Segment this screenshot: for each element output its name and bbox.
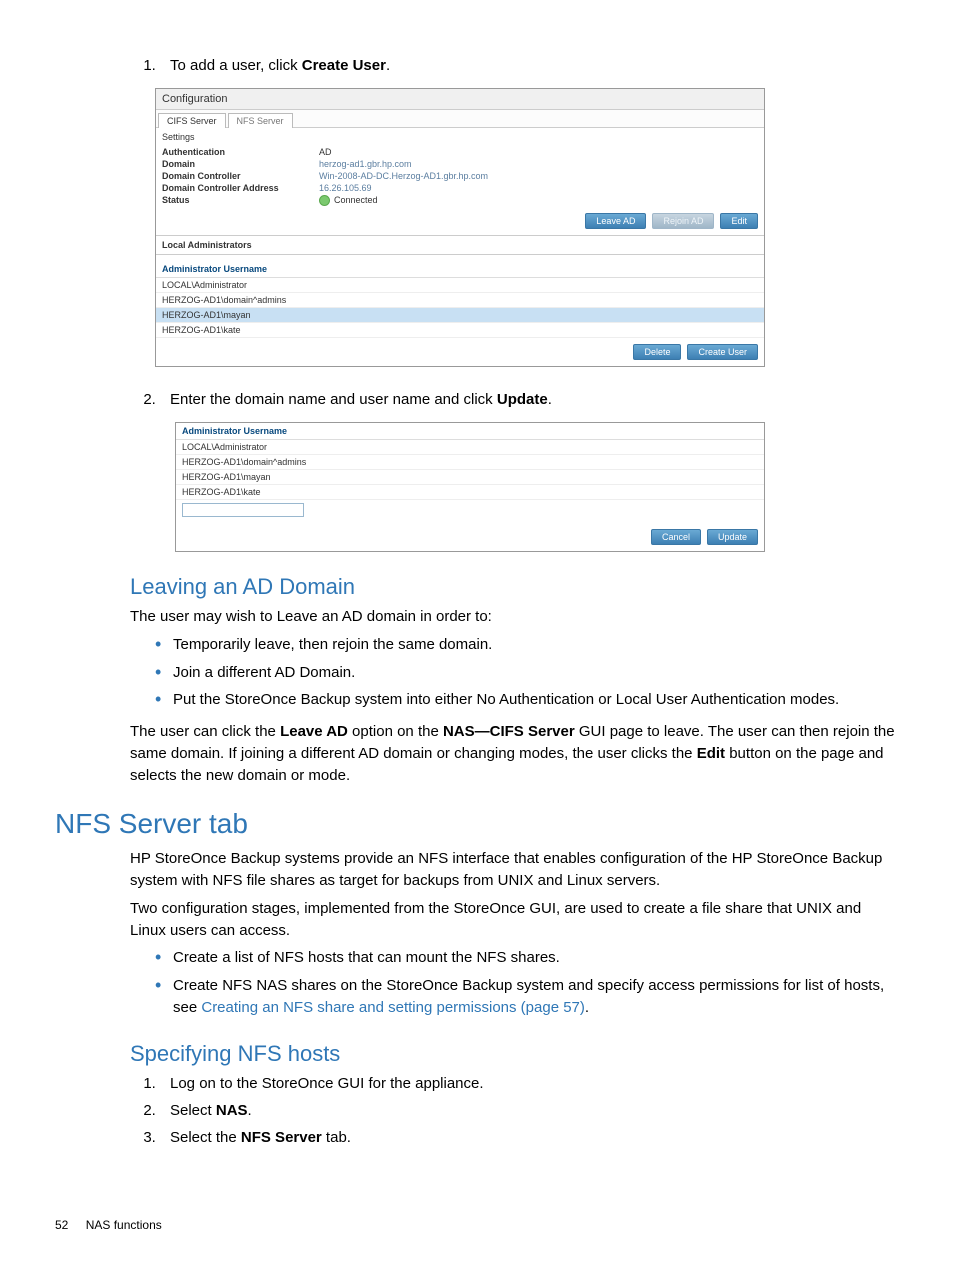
- create-user-button[interactable]: Create User: [687, 344, 758, 360]
- auth-val: AD: [313, 146, 338, 158]
- footer-section: NAS functions: [86, 1218, 162, 1232]
- admin-row[interactable]: HERZOG-AD1\mayan: [176, 470, 764, 485]
- tab-row: CIFS Server NFS Server: [156, 110, 764, 128]
- admin-row[interactable]: HERZOG-AD1\domain^admins: [176, 455, 764, 470]
- admin-row[interactable]: HERZOG-AD1\kate: [176, 485, 764, 500]
- dca-val: 16.26.105.69: [313, 182, 378, 194]
- bullet-item: Put the StoreOnce Backup system into eit…: [155, 689, 899, 711]
- admin-row[interactable]: HERZOG-AD1\domain^admins: [156, 293, 764, 308]
- bullet-item: Join a different AD Domain.: [155, 662, 899, 684]
- local-admins-label: Local Administrators: [156, 235, 764, 255]
- step-2: Enter the domain name and user name and …: [160, 389, 899, 410]
- admin-row[interactable]: LOCAL\Administrator: [156, 278, 764, 293]
- leave-ad-button[interactable]: Leave AD: [585, 213, 646, 229]
- dca-key: Domain Controller Address: [156, 182, 313, 194]
- domain-val: herzog-ad1.gbr.hp.com: [313, 158, 418, 170]
- admin-username-header: Administrator Username: [156, 261, 764, 278]
- update-button[interactable]: Update: [707, 529, 758, 545]
- domain-key: Domain: [156, 158, 313, 170]
- settings-label: Settings: [156, 128, 764, 146]
- leaving-paragraph: The user can click the Leave AD option o…: [130, 721, 899, 786]
- cancel-button[interactable]: Cancel: [651, 529, 701, 545]
- admin-row-selected[interactable]: HERZOG-AD1\mayan: [156, 308, 764, 323]
- dc-key: Domain Controller: [156, 170, 313, 182]
- delete-button[interactable]: Delete: [633, 344, 681, 360]
- bullet-item: Create a list of NFS hosts that can moun…: [155, 947, 899, 969]
- edit-button[interactable]: Edit: [720, 213, 758, 229]
- heading-leaving-ad: Leaving an AD Domain: [130, 574, 899, 600]
- step-1: To add a user, click Create User.: [160, 55, 899, 76]
- spec-step-1: Log on to the StoreOnce GUI for the appl…: [160, 1073, 899, 1094]
- tab-cifs-server[interactable]: CIFS Server: [158, 113, 226, 128]
- bullet-item: Create NFS NAS shares on the StoreOnce B…: [155, 975, 899, 1019]
- leaving-intro: The user may wish to Leave an AD domain …: [130, 606, 899, 628]
- nfs-p2: Two configuration stages, implemented fr…: [130, 898, 899, 942]
- status-key: Status: [156, 194, 313, 207]
- spec-step-3: Select the NFS Server tab.: [160, 1127, 899, 1148]
- admin-row[interactable]: LOCAL\Administrator: [176, 440, 764, 455]
- username-input[interactable]: [182, 503, 304, 517]
- config-title: Configuration: [156, 89, 764, 110]
- page-footer: 52 NAS functions: [55, 1218, 899, 1232]
- status-dot-icon: [319, 195, 330, 206]
- screenshot-admin-update: Administrator Username LOCAL\Administrat…: [175, 422, 765, 552]
- link-nfs-share[interactable]: Creating an NFS share and setting permis…: [201, 999, 585, 1016]
- page-number: 52: [55, 1218, 68, 1232]
- dc-val: Win-2008-AD-DC.Herzog-AD1.gbr.hp.com: [313, 170, 494, 182]
- status-val: Connected: [313, 194, 384, 207]
- tab-nfs-server[interactable]: NFS Server: [228, 113, 293, 128]
- nfs-p1: HP StoreOnce Backup systems provide an N…: [130, 848, 899, 892]
- heading-nfs-server-tab: NFS Server tab: [55, 808, 899, 840]
- spec-step-2: Select NAS.: [160, 1100, 899, 1121]
- auth-key: Authentication: [156, 146, 313, 158]
- rejoin-ad-button: Rejoin AD: [652, 213, 714, 229]
- heading-specifying-nfs-hosts: Specifying NFS hosts: [130, 1041, 899, 1067]
- bullet-item: Temporarily leave, then rejoin the same …: [155, 634, 899, 656]
- admin-username-header: Administrator Username: [176, 423, 764, 440]
- admin-row[interactable]: HERZOG-AD1\kate: [156, 323, 764, 338]
- screenshot-configuration: Configuration CIFS Server NFS Server Set…: [155, 88, 765, 367]
